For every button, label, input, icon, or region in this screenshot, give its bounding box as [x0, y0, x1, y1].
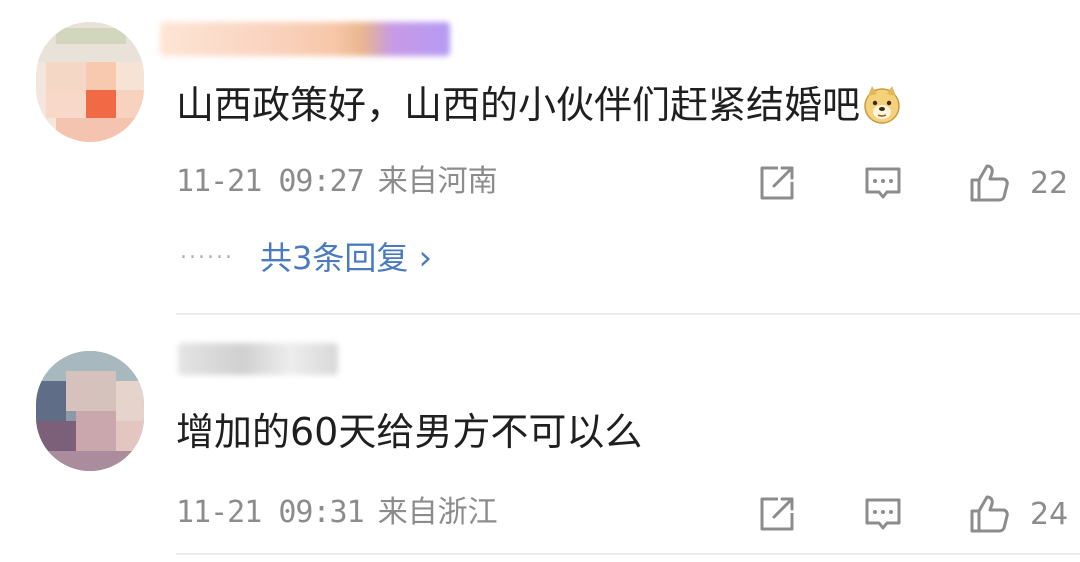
replies-dots: ······	[180, 245, 234, 271]
comment-text: 增加的60天给男方不可以么	[176, 410, 643, 454]
timestamp: 11-21 09:27	[176, 164, 365, 199]
divider	[176, 553, 1080, 555]
replies-row[interactable]: ······ 共3条回复 ›	[180, 236, 432, 280]
like-icon[interactable]	[968, 493, 1010, 535]
username-blurred[interactable]	[160, 22, 450, 56]
username-blurred[interactable]	[178, 343, 338, 375]
like-icon[interactable]	[968, 162, 1010, 204]
comment-icon[interactable]	[862, 162, 904, 204]
location: 来自河南	[377, 164, 498, 199]
comment-meta: 11-21 09:27 来自河南	[176, 162, 498, 202]
comment-item: 增加的60天给男方不可以么 11-21 09:31 来自浙江 24	[0, 315, 1080, 562]
comment-text: 山西政策好，山西的小伙伴们赶紧结婚吧	[176, 80, 902, 130]
share-icon[interactable]	[756, 493, 798, 535]
like-count: 22	[1030, 166, 1069, 201]
view-replies-link[interactable]: 共3条回复 ›	[260, 238, 433, 278]
comment-item: 山西政策好，山西的小伙伴们赶紧结婚吧 11-21 09:27 来自河南 22 ··…	[0, 0, 1080, 315]
like-count: 24	[1030, 497, 1069, 532]
chevron-right-icon: ›	[418, 238, 433, 278]
location: 来自浙江	[377, 495, 498, 530]
comment-icon[interactable]	[862, 493, 904, 535]
doge-emoji-icon	[864, 86, 900, 124]
share-icon[interactable]	[756, 162, 798, 204]
timestamp: 11-21 09:31	[176, 495, 365, 530]
comment-meta: 11-21 09:31 来自浙江	[176, 493, 498, 533]
avatar[interactable]	[36, 351, 144, 471]
avatar[interactable]	[36, 22, 144, 142]
